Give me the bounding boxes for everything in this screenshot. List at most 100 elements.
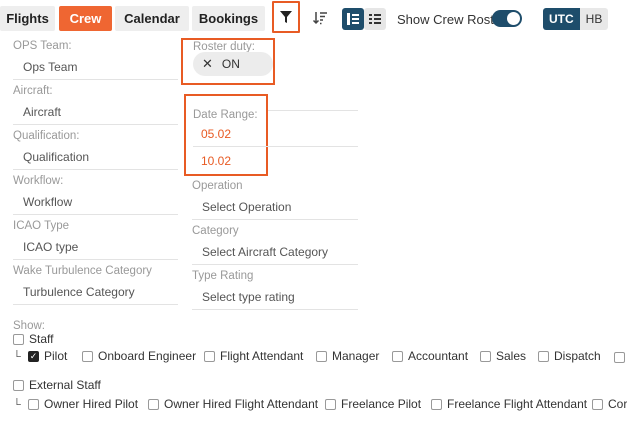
- checkbox-box[interactable]: [614, 352, 625, 363]
- tab-crew[interactable]: Crew: [59, 6, 112, 31]
- checkbox-external-staff[interactable]: External Staff: [13, 378, 101, 392]
- divider: [13, 169, 178, 170]
- checkbox-staff[interactable]: Staff: [13, 332, 53, 346]
- toggle-knob: [507, 12, 520, 25]
- date-range-label: Date Range:: [193, 109, 258, 121]
- checkbox-sales[interactable]: Sales: [480, 349, 526, 363]
- type-rating-select[interactable]: Select type rating: [202, 290, 295, 304]
- divider: [268, 110, 358, 111]
- tab-calendar[interactable]: Calendar: [115, 6, 189, 31]
- icao-type-input[interactable]: ICAO type: [23, 240, 78, 254]
- checkbox-label: Staff: [29, 332, 54, 346]
- workflow-filter[interactable]: Workflow: Workflow: [13, 175, 178, 215]
- checkbox-owner-hired-flight-attendant[interactable]: Owner Hired Flight Attendant: [148, 397, 318, 411]
- checkbox-label: Flight Attendant: [220, 349, 304, 363]
- checkbox-dispatch[interactable]: Dispatch: [538, 349, 601, 363]
- checkbox-box[interactable]: [204, 350, 215, 362]
- category-select[interactable]: Select Aircraft Category: [202, 245, 328, 259]
- roster-duty-chip-label: ON: [221, 57, 240, 71]
- checkbox-label: Freelance Pilot: [341, 397, 422, 411]
- sort-button[interactable]: [311, 9, 329, 27]
- checkbox-box[interactable]: [538, 350, 549, 362]
- checkbox-onboard-engineer[interactable]: Onboard Engineer: [82, 349, 196, 363]
- ops-team-label: OPS Team:: [13, 40, 72, 52]
- list-view-button[interactable]: [342, 8, 364, 30]
- tree-branch-icon: └: [13, 399, 21, 411]
- checkbox-box[interactable]: [392, 350, 403, 362]
- tz-hb-button[interactable]: HB: [579, 8, 609, 30]
- checkbox-freelance-pilot[interactable]: Freelance Pilot: [325, 397, 421, 411]
- checkbox-box[interactable]: [316, 350, 327, 362]
- checkbox-freelance-flight-attendant[interactable]: Freelance Flight Attendant: [431, 397, 587, 411]
- date-range-filter: Date Range: 05.02 10.02: [193, 109, 358, 171]
- detail-list-icon: [369, 14, 381, 24]
- type-rating-filter[interactable]: Type Rating Select type rating: [192, 270, 358, 310]
- operation-select[interactable]: Select Operation: [202, 200, 291, 214]
- checkbox-label: Accountant: [408, 349, 469, 363]
- qualification-filter[interactable]: Qualification: Qualification: [13, 130, 178, 170]
- checkbox-label: Owner Hired Flight Attendant: [164, 397, 319, 411]
- checkbox-flight-attendant[interactable]: Flight Attendant: [204, 349, 303, 363]
- aircraft-label: Aircraft:: [13, 85, 53, 97]
- sort-icon: [312, 12, 327, 25]
- ops-team-input[interactable]: Ops Team: [23, 60, 77, 74]
- filter-icon: [280, 11, 292, 23]
- roster-duty-chip[interactable]: ✕ ON: [193, 52, 273, 76]
- checkbox-accountant[interactable]: Accountant: [392, 349, 468, 363]
- checkbox-label: Pilot: [44, 349, 68, 363]
- list-view-icon: [347, 13, 359, 25]
- checkbox-label: Dispatch: [554, 349, 601, 363]
- divider: [13, 304, 178, 305]
- icao-type-label: ICAO Type: [13, 220, 70, 232]
- operation-filter[interactable]: Operation Select Operation: [192, 180, 358, 220]
- show-crew-roster-label: Show Crew Roster: [397, 12, 506, 27]
- category-filter[interactable]: Category Select Aircraft Category: [192, 225, 358, 265]
- date-from-input[interactable]: 05.02: [201, 127, 231, 141]
- wake-turbulence-label: Wake Turbulence Category: [13, 265, 152, 277]
- divider: [13, 124, 178, 125]
- workflow-label: Workflow:: [13, 175, 64, 187]
- ops-team-filter[interactable]: OPS Team: Ops Team: [13, 40, 178, 80]
- checkbox-box[interactable]: [592, 398, 603, 410]
- aircraft-input[interactable]: Aircraft: [23, 105, 61, 119]
- divider: [192, 309, 358, 310]
- checkbox-box[interactable]: [13, 379, 24, 391]
- checkbox-box[interactable]: [148, 398, 159, 410]
- checkbox-box[interactable]: [13, 333, 24, 345]
- checkbox-box[interactable]: ✓: [28, 350, 39, 362]
- checkbox-box[interactable]: [82, 350, 93, 362]
- date-to-input[interactable]: 10.02: [201, 154, 231, 168]
- checkbox-box[interactable]: [325, 398, 336, 410]
- checkbox-owner-hired-pilot[interactable]: Owner Hired Pilot: [28, 397, 138, 411]
- checkbox-label: Manager: [332, 349, 380, 363]
- wake-turbulence-filter[interactable]: Wake Turbulence Category Turbulence Cate…: [13, 265, 178, 305]
- divider: [193, 146, 358, 147]
- filter-button[interactable]: [272, 1, 300, 33]
- tab-bookings[interactable]: Bookings: [192, 6, 265, 31]
- icao-type-filter[interactable]: ICAO Type ICAO type: [13, 220, 178, 260]
- divider: [13, 214, 178, 215]
- aircraft-filter[interactable]: Aircraft: Aircraft: [13, 85, 178, 125]
- qualification-input[interactable]: Qualification: [23, 150, 89, 164]
- checkbox-label: Owner Hired Pilot: [44, 397, 139, 411]
- type-rating-label: Type Rating: [192, 270, 254, 282]
- checkbox-label: Onboard Engineer: [98, 349, 197, 363]
- checkbox-label: External Staff: [29, 378, 101, 392]
- checkbox-box[interactable]: [431, 398, 442, 410]
- checkbox-label: Sales: [496, 349, 527, 363]
- divider: [13, 79, 178, 80]
- tz-utc-button[interactable]: UTC: [543, 8, 580, 30]
- checkbox-cor[interactable]: Cor: [592, 397, 627, 411]
- category-label: Category: [192, 225, 239, 237]
- checkbox-box[interactable]: [28, 398, 39, 410]
- detail-list-button[interactable]: [364, 8, 386, 30]
- close-icon[interactable]: ✕: [202, 56, 213, 72]
- checkbox-box[interactable]: [480, 350, 491, 362]
- top-toolbar: Flights Crew Calendar Bookings Show Crew…: [0, 0, 627, 38]
- workflow-input[interactable]: Workflow: [23, 195, 72, 209]
- checkbox-manager[interactable]: Manager: [316, 349, 379, 363]
- tab-flights[interactable]: Flights: [0, 6, 55, 31]
- wake-turbulence-input[interactable]: Turbulence Category: [23, 285, 135, 299]
- checkbox-pilot[interactable]: ✓ Pilot: [28, 349, 67, 363]
- show-crew-roster-toggle[interactable]: [492, 10, 522, 27]
